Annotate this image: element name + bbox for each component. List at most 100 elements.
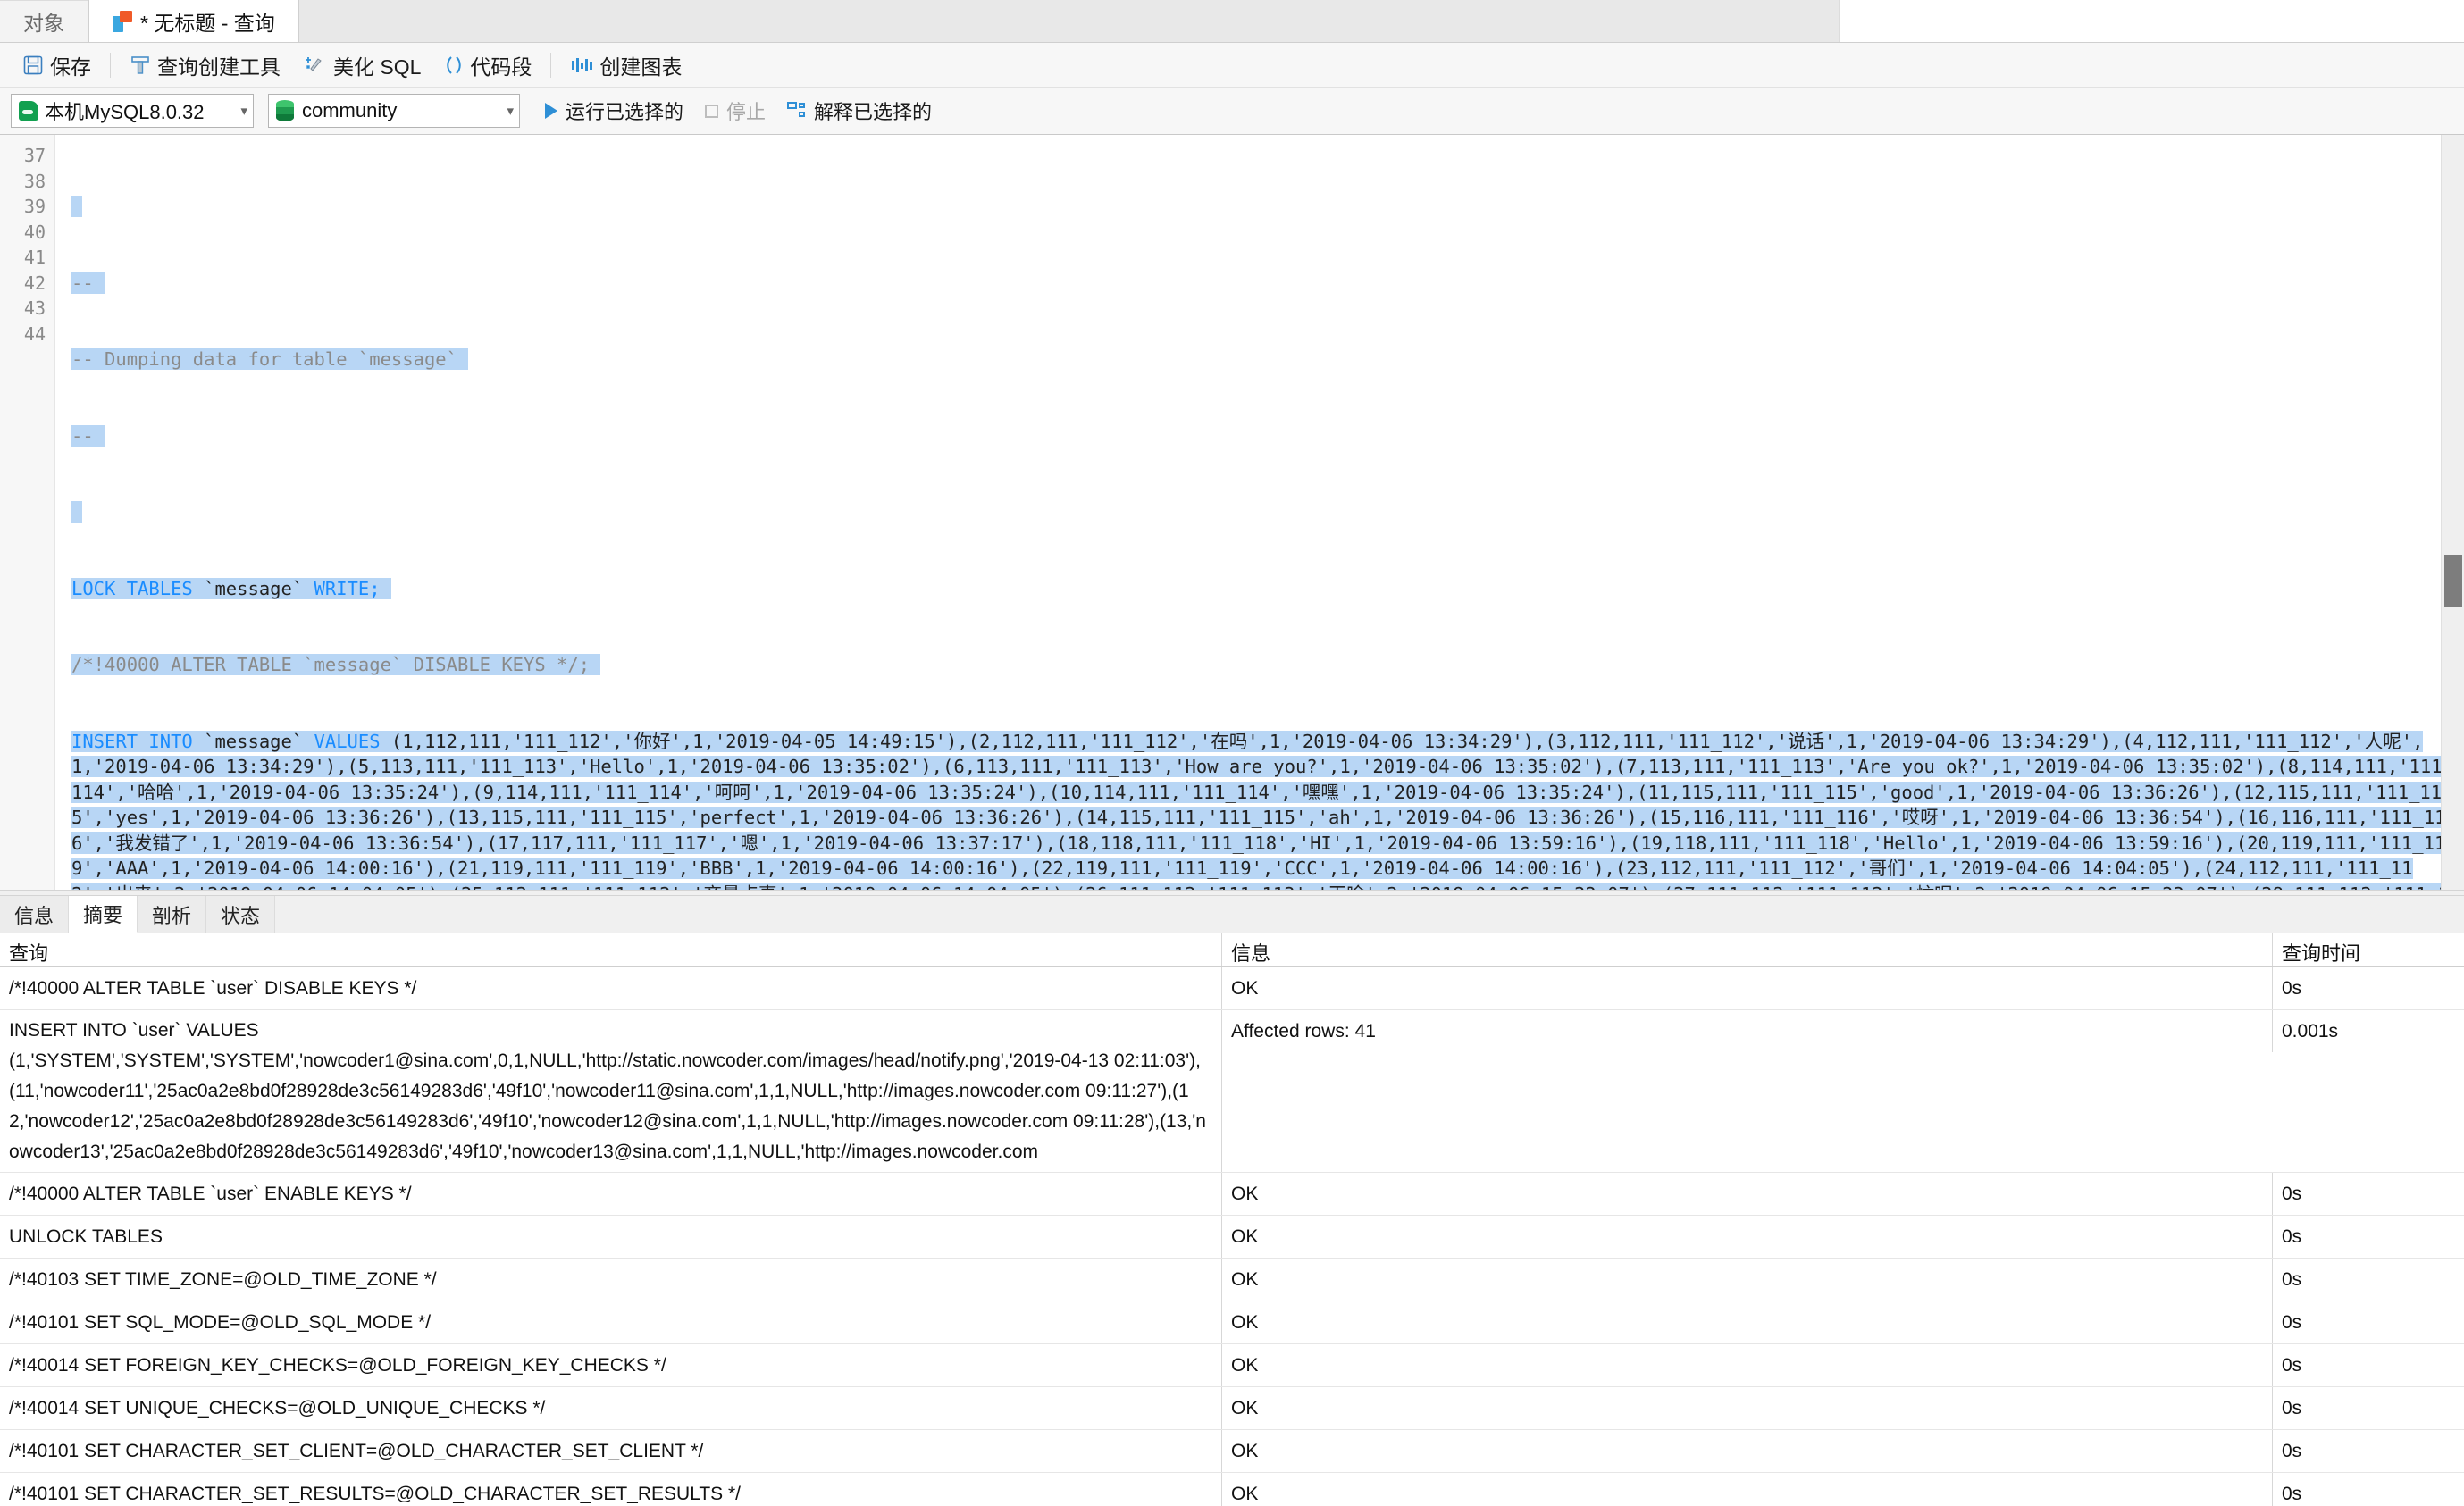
tab-query[interactable]: * 无标题 - 查询: [88, 0, 299, 42]
tab-messages[interactable]: 信息: [0, 896, 70, 933]
table-row[interactable]: /*!40101 SET CHARACTER_SET_CLIENT=@OLD_C…: [0, 1430, 2464, 1473]
tab-strip-empty-left: [298, 0, 1839, 42]
window-tab-strip: 对象 * 无标题 - 查询: [0, 0, 2464, 43]
cell-info: OK: [1222, 1259, 2273, 1301]
results-grid-header: 查询 信息 查询时间: [0, 933, 2464, 967]
sql-editor[interactable]: 37 38 39 40 41 42 43 44 -- -- Dumping da…: [0, 135, 2464, 890]
tab-status-label: 状态: [221, 904, 261, 927]
tab-profile[interactable]: 剖析: [138, 896, 207, 933]
cell-query: /*!40101 SET CHARACTER_SET_CLIENT=@OLD_C…: [0, 1430, 1222, 1472]
code-snippet-button[interactable]: 代码段: [432, 47, 543, 83]
results-tab-bar: 信息 摘要 剖析 状态: [0, 896, 2464, 933]
cell-query: /*!40101 SET CHARACTER_SET_RESULTS=@OLD_…: [0, 1473, 1222, 1506]
beautify-sql-icon: [304, 54, 327, 76]
explain-selected-label: 解释已选择的: [814, 101, 933, 123]
table-row[interactable]: /*!40014 SET UNIQUE_CHECKS=@OLD_UNIQUE_C…: [0, 1387, 2464, 1430]
beautify-sql-button[interactable]: 美化 SQL: [292, 47, 432, 83]
tab-objects-label: 对象: [23, 12, 64, 35]
run-selected-button[interactable]: 运行已选择的: [534, 93, 694, 129]
save-button-label: 保存: [50, 54, 91, 79]
code-line-43: /*!40000 ALTER TABLE `message` DISABLE K…: [71, 652, 2464, 678]
tab-status[interactable]: 状态: [206, 896, 276, 933]
column-header-info[interactable]: 信息: [1222, 933, 2273, 966]
cell-info: Affected rows: 41: [1222, 1010, 2273, 1052]
cell-query: /*!40101 SET SQL_MODE=@OLD_SQL_MODE */: [0, 1301, 1222, 1343]
tab-summary-label: 摘要: [83, 904, 123, 926]
editor-scrollbar-thumb[interactable]: [2444, 555, 2462, 607]
cell-query: INSERT INTO `user` VALUES (1,'SYSTEM','S…: [0, 1010, 1222, 1172]
chevron-down-icon: ▾: [240, 104, 247, 119]
chevron-down-icon: ▾: [507, 104, 514, 119]
table-row[interactable]: /*!40014 SET FOREIGN_KEY_CHECKS=@OLD_FOR…: [0, 1344, 2464, 1387]
line-number: 43: [23, 297, 46, 319]
column-header-time[interactable]: 查询时间: [2273, 933, 2441, 966]
cell-time: 0s: [2282, 1312, 2302, 1333]
stop-icon: [705, 104, 719, 118]
panel-splitter[interactable]: [0, 890, 2464, 896]
cell-info: OK: [1222, 1216, 2273, 1258]
toolbar-divider-1: [110, 52, 111, 78]
query-builder-button[interactable]: 查询创建工具: [118, 47, 292, 83]
table-row[interactable]: /*!40101 SET SQL_MODE=@OLD_SQL_MODE */OK…: [0, 1301, 2464, 1344]
stop-button[interactable]: 停止: [694, 93, 776, 129]
create-chart-button[interactable]: 创建图表: [558, 47, 693, 83]
create-chart-icon: [570, 54, 593, 76]
mysql-dolphin-icon: [19, 101, 38, 121]
code-line-44: INSERT INTO `message` VALUES (1,112,111,…: [71, 729, 2464, 890]
results-grid: 查询 信息 查询时间 /*!40000 ALTER TABLE `user` D…: [0, 933, 2464, 1506]
insert-values-body: (1,112,111,'111_112','你好',1,'2019-04-05 …: [71, 730, 2460, 890]
connection-select[interactable]: 本机MySQL8.0.32 ▾: [11, 94, 254, 128]
explain-plan-icon: [787, 102, 807, 120]
save-icon: [22, 54, 44, 76]
table-row[interactable]: /*!40000 ALTER TABLE `user` DISABLE KEYS…: [0, 967, 2464, 1010]
tab-objects[interactable]: 对象: [0, 0, 88, 42]
cell-time: 0s: [2282, 1355, 2302, 1376]
table-row[interactable]: UNLOCK TABLES OK 0s: [0, 1216, 2464, 1259]
database-select[interactable]: community ▾: [268, 94, 520, 128]
table-row[interactable]: INSERT INTO `user` VALUES (1,'SYSTEM','S…: [0, 1010, 2464, 1173]
cell-time: 0s: [2282, 1269, 2302, 1290]
table-row[interactable]: /*!40101 SET CHARACTER_SET_RESULTS=@OLD_…: [0, 1473, 2464, 1506]
connection-select-value: 本机MySQL8.0.32: [45, 101, 205, 123]
save-button[interactable]: 保存: [11, 47, 103, 83]
database-select-value: community: [302, 99, 398, 121]
code-line-41: [71, 499, 2464, 525]
connection-toolbar: 本机MySQL8.0.32 ▾ community ▾ 运行已选择的 停止 解释…: [0, 88, 2464, 135]
query-builder-icon: [130, 54, 151, 76]
run-selected-label: 运行已选择的: [566, 101, 684, 123]
explain-selected-button[interactable]: 解释已选择的: [776, 93, 943, 129]
cell-query: /*!40000 ALTER TABLE `user` ENABLE KEYS …: [0, 1173, 1222, 1215]
editor-vertical-scrollbar[interactable]: [2441, 135, 2464, 890]
cell-query: /*!40103 SET TIME_ZONE=@OLD_TIME_ZONE */: [0, 1259, 1222, 1301]
cell-time: 0s: [2282, 1484, 2302, 1504]
cell-info: OK: [1222, 1301, 2273, 1343]
code-line-37: [71, 194, 2464, 220]
table-row[interactable]: /*!40103 SET TIME_ZONE=@OLD_TIME_ZONE */…: [0, 1259, 2464, 1301]
cell-query: /*!40014 SET UNIQUE_CHECKS=@OLD_UNIQUE_C…: [0, 1387, 1222, 1429]
cell-time: 0.001s: [2282, 1021, 2339, 1042]
query-document-icon: [113, 10, 132, 32]
tab-profile-label: 剖析: [152, 904, 192, 927]
create-chart-label: 创建图表: [599, 54, 683, 79]
column-header-query[interactable]: 查询: [0, 933, 1222, 966]
cell-query: /*!40014 SET FOREIGN_KEY_CHECKS=@OLD_FOR…: [0, 1344, 1222, 1386]
results-grid-body: /*!40000 ALTER TABLE `user` DISABLE KEYS…: [0, 967, 2464, 1506]
line-number: 42: [23, 272, 46, 294]
line-number: 44: [23, 322, 46, 345]
code-line-42: LOCK TABLES `message` WRITE;: [71, 576, 2464, 602]
code-line-38: --: [71, 271, 2464, 297]
cell-time: 0s: [2282, 1226, 2302, 1247]
cell-info: OK: [1222, 1473, 2273, 1506]
sql-code-content[interactable]: -- -- Dumping data for table `message` -…: [55, 135, 2464, 890]
cell-info: OK: [1222, 1387, 2273, 1429]
table-row[interactable]: /*!40000 ALTER TABLE `user` ENABLE KEYS …: [0, 1173, 2464, 1216]
code-line-39: -- Dumping data for table `message`: [71, 347, 2464, 372]
query-builder-label: 查询创建工具: [157, 54, 281, 79]
tab-summary[interactable]: 摘要: [69, 896, 138, 933]
line-number: 39: [23, 196, 46, 217]
cell-time: 0s: [2282, 1184, 2302, 1204]
cell-info: OK: [1222, 967, 2273, 1009]
cell-info: OK: [1222, 1173, 2273, 1215]
play-icon: [545, 103, 557, 119]
tab-query-label: * 无标题 - 查询: [140, 11, 275, 35]
